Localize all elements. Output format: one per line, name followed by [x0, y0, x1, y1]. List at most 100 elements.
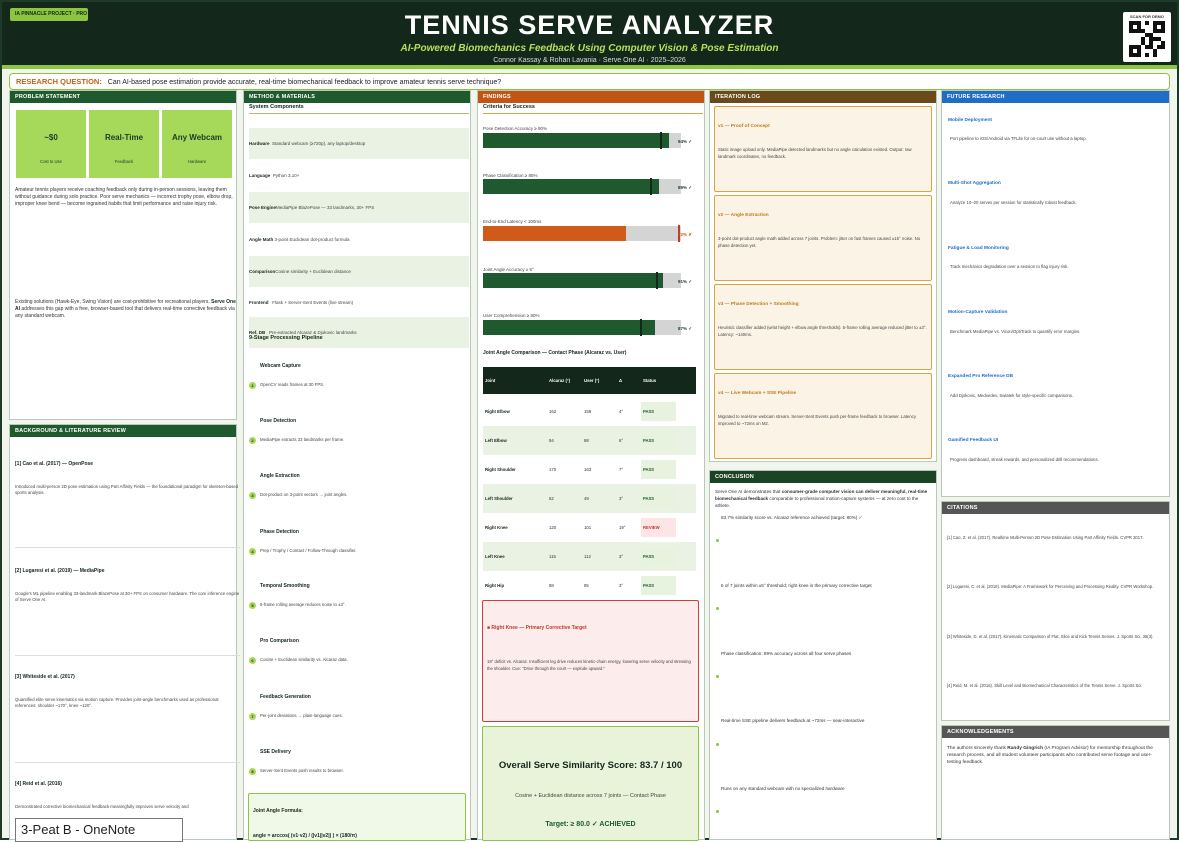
column-header: Status	[643, 378, 657, 383]
problem-paragraph-2: Existing solutions (Hawk-Eye, Swing Visi…	[15, 299, 240, 319]
table-row: Right Elbow 162 158 4° PASS	[483, 397, 696, 426]
metric-bar	[483, 272, 681, 289]
status-badge: REVIEW	[641, 518, 676, 537]
future-research-panel: FUTURE RESEARCH Mobile Deployment Port p…	[941, 90, 1170, 497]
reference-title: [1] Cao et al. (2017) — OpenPose	[15, 461, 94, 467]
status-badge: PASS	[641, 547, 676, 566]
cell-user: 101	[584, 525, 592, 530]
poster-header: IA PINNACLE PROJECT · PRO TENNIS SERVE A…	[2, 2, 1177, 69]
qr-code[interactable]: SCAN FOR DEMO	[1123, 12, 1171, 62]
cell-user: 88	[584, 438, 589, 443]
table-row: Left Shoulder 52 49 3° PASS	[483, 484, 696, 513]
bullet-dot	[716, 810, 719, 813]
conclusion-point: Runs on any standard webcam with no spec…	[721, 786, 845, 791]
conclusion-intro: Serve One AI demonstrates that consumer-…	[715, 489, 933, 509]
iteration-item: v4 — Live Webcam + SSE Pipeline Migrated…	[714, 373, 932, 459]
cell-alcaraz: 120	[549, 525, 557, 530]
stat-value: Real-Time	[104, 133, 144, 142]
table-row: Left Knee 115 112 3° PASS	[483, 542, 696, 571]
component-row: Ref. DB Pre-extracted Alcaraz & Djokovic…	[249, 317, 469, 348]
metric-value: 91% ✓	[678, 279, 693, 284]
cell-delta: 3°	[619, 554, 624, 559]
cell-alcaraz: 52	[549, 496, 554, 501]
window-taskbar-tooltip[interactable]: 3-Peat B - OneNote	[15, 818, 183, 842]
metric-value: 72% ✗	[678, 232, 693, 237]
table-row: Left Elbow 94 88 6° PASS	[483, 426, 696, 455]
cell-user: 163	[584, 467, 592, 472]
research-question-text: Can AI-based pose estimation provide acc…	[107, 79, 502, 86]
iteration-title: v1 — Proof of Concept	[718, 124, 770, 129]
column-header: User (°)	[584, 378, 600, 383]
future-item-description: Add Djokovic, Medvedev, Swiatek for styl…	[950, 393, 1074, 398]
step-description: Cosine + Euclidean similarity vs. Alcara…	[260, 657, 348, 662]
cell-delta: 19°	[619, 525, 626, 530]
metric-value: 89% ✓	[678, 185, 693, 190]
step-title: Pro Comparison	[260, 638, 299, 644]
bullet-dot	[716, 539, 719, 542]
problem-statement-panel: PROBLEM STATEMENT ~$0 Cost to Use Real-T…	[9, 90, 237, 420]
step-title: Phase Detection	[260, 529, 299, 535]
reference-title: [4] Reid et al. (2016)	[15, 781, 62, 787]
component-value: Python 3.10+	[272, 173, 300, 178]
column-header: Alcaraz (°)	[549, 378, 571, 383]
score-title: Overall Serve Similarity Score: 83.7 / 1…	[498, 760, 683, 771]
future-item-description: Progress dashboard, streak rewards, and …	[950, 457, 1099, 462]
future-research-heading: FUTURE RESEARCH	[942, 91, 1169, 103]
component-row: ComparisonCosine similarity + Euclidean …	[249, 256, 469, 287]
methods-heading: METHOD & MATERIALS	[244, 91, 470, 103]
acknowledgements-text: The authors sincerely thank Randy Gingri…	[947, 745, 1165, 766]
step-number: 2	[249, 437, 256, 444]
future-item-title: Expanded Pro Reference DB	[948, 374, 1014, 379]
future-item-description: Port pipeline to iOS/Android via TFLite …	[950, 136, 1087, 141]
iteration-item: v2 — Angle Extraction 3-point dot-produc…	[714, 195, 932, 281]
step-number: 1	[249, 382, 256, 389]
component-row: Language Python 3.10+	[249, 160, 469, 191]
step-description: Per-joint deviations → plain-language cu…	[260, 713, 343, 718]
criteria-heading: Criteria for Success	[483, 104, 535, 110]
cell-delta: 3°	[619, 583, 624, 588]
stat-value: ~$0	[44, 133, 58, 142]
cell-joint: Right Shoulder	[485, 467, 516, 472]
bullet-dot	[716, 607, 719, 610]
background-heading: BACKGROUND & LITERATURE REVIEW	[10, 425, 236, 437]
component-name: Pose Engine	[249, 205, 277, 210]
reference-title: [3] Whiteside et al. (2017)	[15, 674, 75, 680]
cell-delta: 3°	[619, 496, 624, 501]
cell-joint: Left Knee	[485, 554, 505, 559]
problem-statement-heading: PROBLEM STATEMENT	[10, 91, 236, 103]
step-title: SSE Delivery	[260, 749, 291, 755]
problem-paragraph-2-b: addresses this gap with a free, browser-…	[15, 305, 235, 319]
step-number: 3	[249, 492, 256, 499]
cell-alcaraz: 115	[549, 554, 556, 559]
pipeline-heading: 9-Stage Processing Pipeline	[249, 335, 323, 341]
cell-user: 49	[584, 496, 589, 501]
cell-user: 158	[584, 409, 592, 414]
corrective-target-alert: ■ Right Knee — Primary Corrective Target…	[482, 600, 699, 722]
status-badge: PASS	[641, 489, 676, 508]
metric-bar-fill	[483, 226, 626, 241]
step-title: Pose Detection	[260, 418, 297, 424]
reference-title: [2] Lugaresi et al. (2019) — MediaPipe	[15, 568, 105, 574]
problem-paragraph-2-a: Existing solutions (Hawk-Eye, Swing Visi…	[15, 299, 210, 305]
cell-delta: 4°	[619, 409, 624, 414]
component-value: Cosine similarity + Euclidean distance	[275, 269, 351, 274]
component-row: Hardware Standard webcam (≥720p), any la…	[249, 128, 469, 159]
iteration-description: Static image upload only. MediaPipe dete…	[718, 147, 912, 159]
status-badge: PASS	[641, 576, 676, 595]
citation-item: [2] Lugaresi, C. et al. (2019). MediaPip…	[947, 584, 1154, 589]
iteration-title: v4 — Live Webcam + SSE Pipeline	[718, 391, 797, 396]
citation-item: [3] Whiteside, D. et al. (2017). Kinemat…	[947, 634, 1154, 639]
metric-label: Pose Detection Accuracy ≥ 90%	[483, 126, 548, 131]
qr-code-icon	[1129, 21, 1165, 57]
cell-user: 85	[584, 583, 589, 588]
iteration-description: 3-point dot-product angle math added acr…	[718, 236, 921, 248]
stat-card-cost: ~$0 Cost to Use	[16, 110, 86, 178]
future-item-title: Fatigue & Load Monitoring	[948, 246, 1009, 251]
table-row: Right Hip 88 85 3° PASS	[483, 571, 696, 600]
table-header-row: Joint Alcaraz (°) User (°) Δ Status	[483, 367, 696, 394]
iteration-description: Heuristic classifier added (wrist height…	[718, 325, 927, 337]
bullet-dot	[716, 743, 719, 746]
conclusion-intro-a: Serve One AI demonstrates that	[715, 489, 781, 494]
findings-heading: FINDINGS	[478, 91, 704, 103]
cell-joint: Left Elbow	[485, 438, 507, 443]
